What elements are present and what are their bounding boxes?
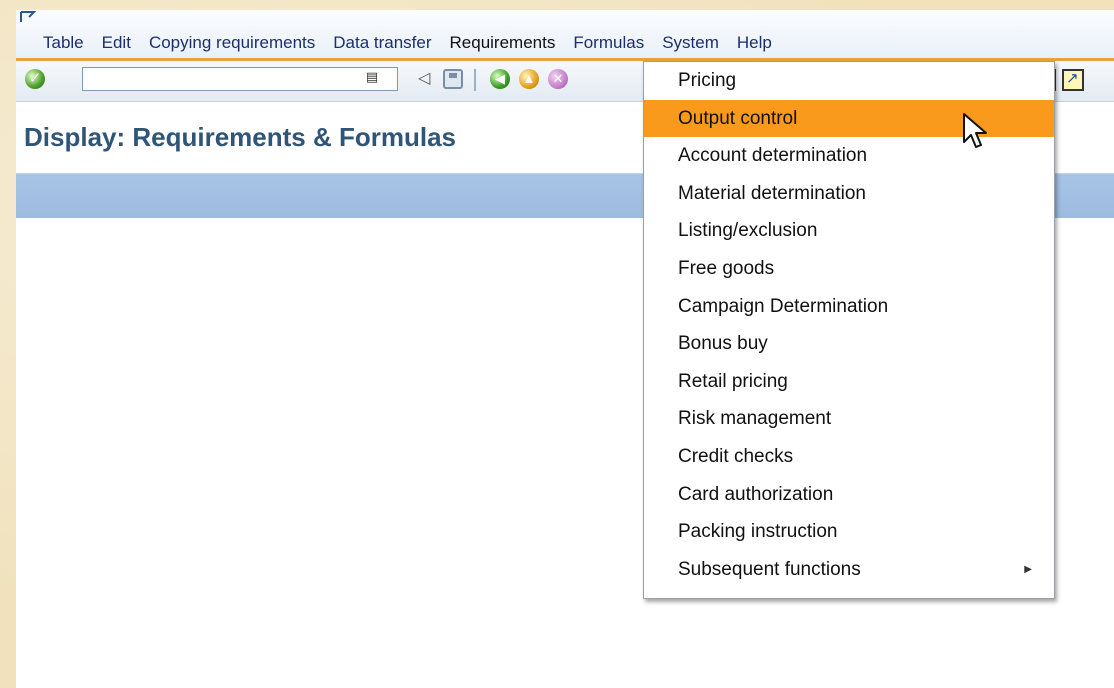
enter-check-icon[interactable]: ✓ bbox=[25, 69, 45, 89]
menu-item-output-control[interactable]: Output control bbox=[644, 99, 1054, 138]
create-session-icon[interactable] bbox=[1062, 69, 1084, 91]
menu-item-campaign-determination[interactable]: Campaign Determination bbox=[644, 288, 1054, 326]
menu-item-bonus-buy[interactable]: Bonus buy bbox=[644, 325, 1054, 363]
cancel-icon[interactable]: ✕ bbox=[548, 69, 568, 89]
menu-item-credit-checks[interactable]: Credit checks bbox=[644, 438, 1054, 476]
requirements-dropdown-menu: Pricing Output control Account determina… bbox=[643, 61, 1055, 599]
menu-item-card-authorization[interactable]: Card authorization bbox=[644, 476, 1054, 514]
mouse-pointer-icon bbox=[963, 113, 987, 148]
menu-data-transfer[interactable]: Data transfer bbox=[333, 33, 431, 53]
menu-item-account-determination[interactable]: Account determination bbox=[644, 137, 1054, 175]
back-triangle-icon[interactable]: ◁ bbox=[418, 69, 438, 89]
page-title: Display: Requirements & Formulas bbox=[24, 122, 456, 152]
menu-formulas[interactable]: Formulas bbox=[573, 33, 644, 53]
command-field[interactable] bbox=[82, 67, 398, 91]
menu-item-packing-instruction[interactable]: Packing instruction bbox=[644, 513, 1054, 551]
menu-item-listing-exclusion[interactable]: Listing/exclusion bbox=[644, 212, 1054, 250]
menu-requirements[interactable]: Requirements bbox=[450, 33, 556, 53]
menu-item-material-determination[interactable]: Material determination bbox=[644, 175, 1054, 213]
submenu-arrow-icon: ▶ bbox=[1024, 563, 1032, 575]
menu-system[interactable]: System bbox=[662, 33, 719, 53]
menu-item-subsequent-functions[interactable]: Subsequent functions ▶ bbox=[644, 551, 1054, 589]
menu-bar: Table Edit Copying requirements Data tra… bbox=[16, 30, 790, 56]
menu-copying-requirements[interactable]: Copying requirements bbox=[149, 33, 315, 53]
menu-item-pricing[interactable]: Pricing bbox=[644, 62, 1054, 100]
save-icon[interactable] bbox=[443, 69, 463, 89]
menu-item-risk-management[interactable]: Risk management bbox=[644, 400, 1054, 438]
exit-icon[interactable]: ▲ bbox=[519, 69, 539, 89]
menu-help[interactable]: Help bbox=[737, 33, 772, 53]
command-history-icon[interactable]: ▤ bbox=[364, 68, 380, 85]
menu-table[interactable]: Table bbox=[43, 33, 84, 53]
toolbar-separator bbox=[474, 69, 476, 91]
menu-edit[interactable]: Edit bbox=[102, 33, 131, 53]
back-icon[interactable]: ◀ bbox=[490, 69, 510, 89]
title-bar: Table Edit Copying requirements Data tra… bbox=[16, 10, 1114, 58]
menu-item-retail-pricing[interactable]: Retail pricing bbox=[644, 363, 1054, 401]
system-menu-icon[interactable] bbox=[20, 11, 36, 23]
menu-item-free-goods[interactable]: Free goods bbox=[644, 250, 1054, 288]
